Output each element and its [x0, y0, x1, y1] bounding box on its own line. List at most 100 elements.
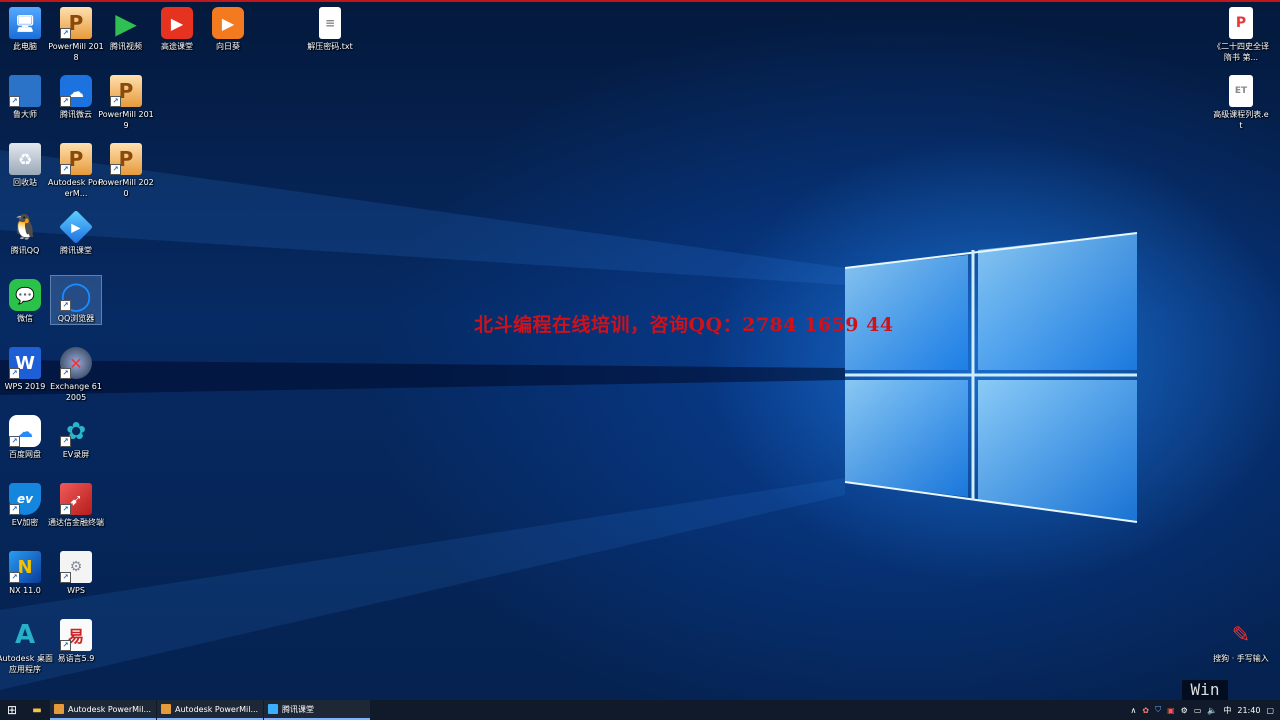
desktop-icon-autodesk-powermill[interactable]: P ↗ Autodesk PowerM...: [48, 140, 104, 199]
ev-record-icon: ✿ ↗: [60, 415, 92, 447]
sogou-handwriting-icon: ✎: [1231, 622, 1251, 648]
wechat-icon: 💬: [9, 279, 41, 311]
desktop-icon-ev-encrypt[interactable]: ev ↗ EV加密: [0, 480, 50, 528]
icon-label: 解压密码.txt: [307, 42, 353, 51]
taskbar-task-powermill-2[interactable]: Autodesk PowerMil...: [157, 700, 263, 720]
win-watermark: Win: [1182, 680, 1228, 700]
desktop-icon-course-list[interactable]: ET 高级课程列表.et: [1213, 72, 1269, 131]
icon-label: 高级课程列表.et: [1213, 110, 1269, 130]
desktop-icon-eyuyan[interactable]: 易 ↗ 易语言5.9: [51, 616, 101, 664]
icon-label: 微信: [17, 314, 33, 323]
desktop[interactable]: 🖥 此电脑 ↗ 鲁大师 ♻ 回收站 🐧 腾讯QQ 💬 微信 W ↗ WPS 201…: [0, 0, 1280, 700]
tray-app-icon[interactable]: ✿: [1142, 706, 1149, 715]
powermill-icon: P ↗: [110, 143, 142, 175]
tray-app-icon[interactable]: ▣: [1167, 706, 1175, 715]
notification-icon[interactable]: ▢: [1266, 706, 1274, 715]
ime-indicator[interactable]: 中: [1223, 705, 1231, 716]
desktop-icon-autodesk[interactable]: A Autodesk 桌面应用程序: [0, 616, 53, 675]
network-icon[interactable]: ▭: [1194, 706, 1202, 715]
wps-file-icon: ⚙ ↗: [60, 551, 92, 583]
desktop-icon-powermill-2020[interactable]: P ↗ PowerMill 2020: [98, 140, 154, 199]
desktop-icon-pdf-book[interactable]: P 《二十四史全译 隋书 第...: [1213, 4, 1269, 63]
autodesk-icon: A: [14, 620, 36, 650]
tencent-class-icon: [268, 704, 278, 714]
ev-encrypt-icon: ev ↗: [9, 483, 41, 515]
icon-label: 高途课堂: [161, 42, 193, 51]
desktop-icon-computer[interactable]: 🖥 此电脑: [0, 4, 50, 52]
training-watermark: 北斗编程在线培训，咨询QQ：2784 1659 44: [474, 314, 894, 336]
windows-logo-icon: ⊞: [6, 703, 18, 717]
nx-icon: N ↗: [9, 551, 41, 583]
icon-label: 《二十四史全译 隋书 第...: [1213, 42, 1269, 62]
icon-label: QQ浏览器: [57, 314, 95, 323]
desktop-icon-ev-record[interactable]: ✿ ↗ EV录屏: [51, 412, 101, 460]
desktop-icon-wps2019[interactable]: W ↗ WPS 2019: [0, 344, 50, 392]
desktop-icon-nx[interactable]: N ↗ NX 11.0: [0, 548, 50, 596]
powermill-icon: [161, 704, 171, 714]
desktop-icon-qq-browser[interactable]: ◯ ↗ QQ浏览器: [50, 275, 102, 325]
system-tray: ∧ ✿ ⛉ ▣ ⚙ ▭ 🔈 中 21:40 ▢: [1131, 700, 1280, 720]
icon-label: 腾讯QQ: [10, 246, 40, 255]
start-button[interactable]: ⊞: [0, 700, 24, 720]
icon-label: 百度网盘: [9, 450, 41, 459]
powermill-icon: P ↗: [60, 7, 92, 39]
desktop-icon-exchange[interactable]: ✕ ↗ Exchange 612005: [50, 344, 102, 403]
tencent-class-icon: ▶: [59, 210, 93, 244]
desktop-icon-wps[interactable]: ⚙ ↗ WPS: [51, 548, 101, 596]
icon-label: 鲁大师: [13, 110, 37, 119]
desktop-icon-wechat[interactable]: 💬 微信: [0, 276, 50, 324]
wallpaper-windows-logo: [0, 150, 1138, 690]
icon-label: Exchange 612005: [50, 382, 102, 402]
icon-label: Autodesk PowerM...: [48, 178, 104, 198]
desktop-icon-baidu-netdisk[interactable]: ☁ ↗ 百度网盘: [0, 412, 50, 460]
wps-icon: W ↗: [9, 347, 41, 379]
desktop-icon-recycle-bin[interactable]: ♻ 回收站: [0, 140, 50, 188]
icon-label: 通达信金融终端: [48, 518, 104, 527]
icon-label: 腾讯课堂: [60, 246, 92, 255]
sunflower-icon: ▶: [212, 7, 244, 39]
icon-label: EV录屏: [62, 450, 90, 459]
icon-label: PowerMill 2018: [48, 42, 104, 62]
taskbar-task-powermill-1[interactable]: Autodesk PowerMil...: [50, 700, 156, 720]
icon-label: 此电脑: [13, 42, 37, 51]
weiyun-icon: ☁ ↗: [60, 75, 92, 107]
task-label: 腾讯课堂: [282, 704, 314, 714]
desktop-icon-powermill-2019[interactable]: P ↗ PowerMill 2019: [98, 72, 154, 131]
tdx-icon: ➹ ↗: [60, 483, 92, 515]
desktop-icon-ludashi[interactable]: ↗ 鲁大师: [0, 72, 50, 120]
desktop-icon-qq[interactable]: 🐧 腾讯QQ: [0, 208, 50, 256]
clock[interactable]: 21:40: [1237, 706, 1260, 715]
taskbar: ⊞ ▬ Autodesk PowerMil... Autodesk PowerM…: [0, 700, 1280, 720]
chevron-up-icon[interactable]: ∧: [1131, 706, 1137, 715]
desktop-icon-sunflower[interactable]: ▶ 向日葵: [203, 4, 253, 52]
icon-label: 腾讯视频: [110, 42, 142, 51]
ludashi-icon: ↗: [9, 75, 41, 107]
shield-icon[interactable]: ⛉: [1155, 705, 1161, 715]
icon-label: 向日葵: [216, 42, 240, 51]
task-label: Autodesk PowerMil...: [175, 704, 259, 714]
desktop-icon-password-txt[interactable]: ≡ 解压密码.txt: [303, 4, 357, 52]
desktop-icon-powermill-2018[interactable]: P ↗ PowerMill 2018: [48, 4, 104, 63]
desktop-icon-tdx[interactable]: ➹ ↗ 通达信金融终端: [48, 480, 104, 528]
computer-icon: 🖥: [9, 7, 41, 39]
desktop-icon-tencent-class[interactable]: ▶ 腾讯课堂: [51, 208, 101, 256]
powermill-icon: P ↗: [60, 143, 92, 175]
icon-label: 搜狗 · 手写输入: [1213, 654, 1269, 663]
icon-label: WPS 2019: [4, 382, 46, 391]
desktop-icon-weiyun[interactable]: ☁ ↗ 腾讯微云: [51, 72, 101, 120]
wps-pdf-icon: P: [1229, 7, 1253, 39]
desktop-icon-tencent-video[interactable]: ▶ 腾讯视频: [101, 4, 151, 52]
desktop-icon-sogou-handwriting[interactable]: ✎ 搜狗 · 手写输入: [1213, 616, 1269, 664]
icon-label: 回收站: [13, 178, 37, 187]
taskbar-task-tencent-class[interactable]: 腾讯课堂: [264, 700, 370, 720]
icon-label: PowerMill 2020: [98, 178, 154, 198]
text-file-icon: ≡: [319, 7, 341, 39]
folder-icon: ▬: [32, 704, 42, 716]
file-explorer-button[interactable]: ▬: [24, 700, 50, 720]
tray-app-icon[interactable]: ⚙: [1181, 706, 1188, 715]
volume-icon[interactable]: 🔈: [1207, 706, 1217, 715]
desktop-icon-gaotu[interactable]: ▶ 高途课堂: [152, 4, 202, 52]
qq-browser-icon: ◯ ↗: [60, 278, 92, 312]
icon-label: PowerMill 2019: [98, 110, 154, 130]
icon-label: NX 11.0: [9, 586, 41, 595]
